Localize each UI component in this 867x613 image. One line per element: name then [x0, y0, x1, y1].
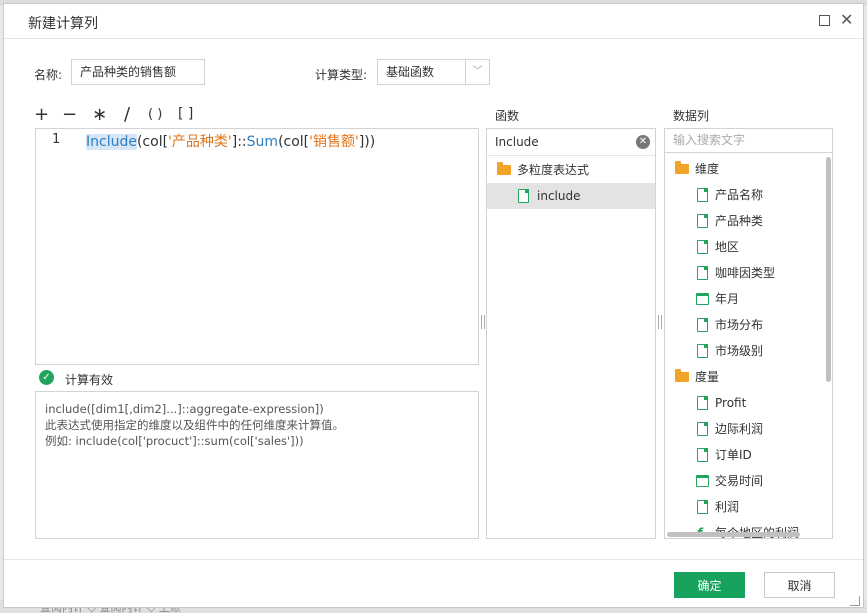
function-description: include([dim1[,dim2]...]::aggregate-expr… — [35, 391, 479, 539]
maximize-icon[interactable] — [819, 15, 830, 26]
calc-type-value: 基础函数 — [386, 65, 435, 79]
description-line: 此表达式使用指定的维度以及组件中的任何维度来计算值。 — [45, 418, 344, 432]
numeric-column-icon — [697, 422, 708, 436]
column-item[interactable]: 市场分布 — [665, 312, 832, 338]
clear-search-icon[interactable]: ✕ — [636, 135, 650, 149]
multiply-operator-button[interactable]: ∗ — [92, 104, 107, 125]
function-item-include[interactable]: include — [487, 183, 655, 209]
new-calculated-column-dialog: 新建计算列 ✕ 名称: 产品种类的销售额 计算类型: 基础函数 ﹀ + − ∗ … — [3, 3, 864, 608]
check-circle-icon: ✓ — [39, 370, 54, 385]
columns-panel: 输入搜索文字 维度 产品名称 产品种类 地区 咖啡因类型 年月 市场分布 市场级… — [664, 128, 833, 539]
column-item[interactable]: 咖啡因类型 — [665, 260, 832, 286]
folder-open-icon — [497, 162, 511, 175]
ok-button[interactable]: 确定 — [674, 572, 745, 598]
column-item-label: 咖啡因类型 — [715, 266, 776, 280]
minus-operator-button[interactable]: − — [62, 104, 77, 125]
function-folder-label: 多粒度表达式 — [517, 163, 590, 177]
splitter-handle[interactable] — [658, 315, 662, 329]
column-item-label: 订单ID — [715, 448, 752, 462]
calendar-icon — [696, 293, 709, 305]
parentheses-operator-button[interactable]: ( ) — [148, 107, 162, 122]
expression-code[interactable]: Include(col['产品种类']::Sum(col['销售额'])) — [86, 131, 375, 151]
column-item[interactable]: 订单ID — [665, 442, 832, 468]
splitter-handle[interactable] — [481, 315, 485, 329]
column-item[interactable]: 地区 — [665, 234, 832, 260]
column-item-label: 产品名称 — [715, 188, 764, 202]
description-line: 例如: include(col['procuct']::sum(col['sal… — [45, 434, 304, 448]
column-item[interactable]: 产品名称 — [665, 182, 832, 208]
resize-grip-icon[interactable] — [850, 596, 860, 606]
line-number: 1 — [52, 132, 61, 147]
code-token-sum: Sum — [246, 134, 279, 150]
description-line: include([dim1[,dim2]...]::aggregate-expr… — [45, 402, 324, 416]
dimensions-folder[interactable]: 维度 — [665, 156, 832, 182]
text-column-icon — [697, 344, 708, 358]
function-item-label: include — [537, 189, 581, 203]
code-token: ])) — [358, 134, 376, 150]
function-search-input[interactable]: Include ✕ — [487, 129, 655, 156]
chevron-down-icon[interactable]: ﹀ — [465, 60, 489, 84]
vertical-scrollbar[interactable] — [826, 157, 831, 382]
code-token-string: '产品种类' — [168, 134, 232, 150]
functions-panel-title: 函数 — [495, 109, 520, 123]
text-column-icon — [697, 266, 708, 280]
column-item-label: 市场分布 — [715, 318, 764, 332]
folder-open-icon — [675, 161, 689, 174]
name-input[interactable]: 产品种类的销售额 — [71, 59, 205, 85]
calendar-icon — [696, 475, 709, 487]
measures-folder[interactable]: 度量 — [665, 364, 832, 390]
column-item[interactable]: 市场级别 — [665, 338, 832, 364]
calc-type-label: 计算类型: — [315, 68, 368, 82]
column-item-label: 产品种类 — [715, 214, 764, 228]
column-item-label: 年月 — [715, 292, 740, 306]
column-item-label: 交易时间 — [715, 474, 764, 488]
column-item[interactable]: 利润 — [665, 494, 832, 520]
column-item-label: 边际利润 — [715, 422, 764, 436]
columns-panel-title: 数据列 — [673, 109, 710, 123]
calc-type-select[interactable]: 基础函数 ﹀ — [377, 59, 490, 85]
column-item-label: 地区 — [715, 240, 740, 254]
column-search-input[interactable]: 输入搜索文字 — [665, 129, 832, 153]
column-item[interactable]: 年月 — [665, 286, 832, 312]
folder-open-icon — [675, 369, 689, 382]
horizontal-scrollbar[interactable] — [667, 532, 800, 537]
dimensions-folder-label: 维度 — [695, 162, 720, 176]
plus-operator-button[interactable]: + — [34, 104, 49, 125]
validation-text: 计算有效 — [65, 373, 114, 387]
dialog-footer: 确定 取消 — [4, 559, 863, 609]
functions-panel: Include ✕ 多粒度表达式 include — [486, 128, 656, 539]
numeric-column-icon — [697, 500, 708, 514]
text-column-icon — [697, 318, 708, 332]
column-item-label: 利润 — [715, 500, 740, 514]
column-item[interactable]: 交易时间 — [665, 468, 832, 494]
code-token-include: Include — [86, 134, 137, 150]
column-item[interactable]: 边际利润 — [665, 416, 832, 442]
brackets-operator-button[interactable]: [ ] — [178, 106, 193, 122]
dialog-titlebar: 新建计算列 ✕ — [4, 4, 863, 39]
column-item[interactable]: Profit — [665, 390, 832, 416]
code-token-string: '销售额' — [309, 134, 359, 150]
numeric-column-icon — [697, 448, 708, 462]
close-icon[interactable]: ✕ — [840, 12, 853, 28]
name-label: 名称: — [34, 68, 63, 82]
cancel-button[interactable]: 取消 — [764, 572, 835, 598]
dialog-title: 新建计算列 — [28, 16, 98, 32]
numeric-column-icon — [697, 396, 708, 410]
text-column-icon — [697, 214, 708, 228]
divide-operator-button[interactable]: / — [124, 104, 130, 125]
column-item[interactable]: 产品种类 — [665, 208, 832, 234]
measures-folder-label: 度量 — [695, 370, 720, 384]
column-item-label: 市场级别 — [715, 344, 764, 358]
column-item-label: Profit — [715, 396, 747, 410]
code-token: (col[ — [278, 134, 310, 150]
function-file-icon — [518, 189, 529, 203]
function-search-value: Include — [495, 135, 539, 149]
code-token: ]:: — [231, 134, 247, 150]
expression-editor[interactable]: 1 Include(col['产品种类']::Sum(col['销售额'])) — [35, 128, 479, 365]
text-column-icon — [697, 188, 708, 202]
function-folder[interactable]: 多粒度表达式 — [487, 157, 655, 183]
text-column-icon — [697, 240, 708, 254]
code-token: (col[ — [136, 134, 169, 150]
